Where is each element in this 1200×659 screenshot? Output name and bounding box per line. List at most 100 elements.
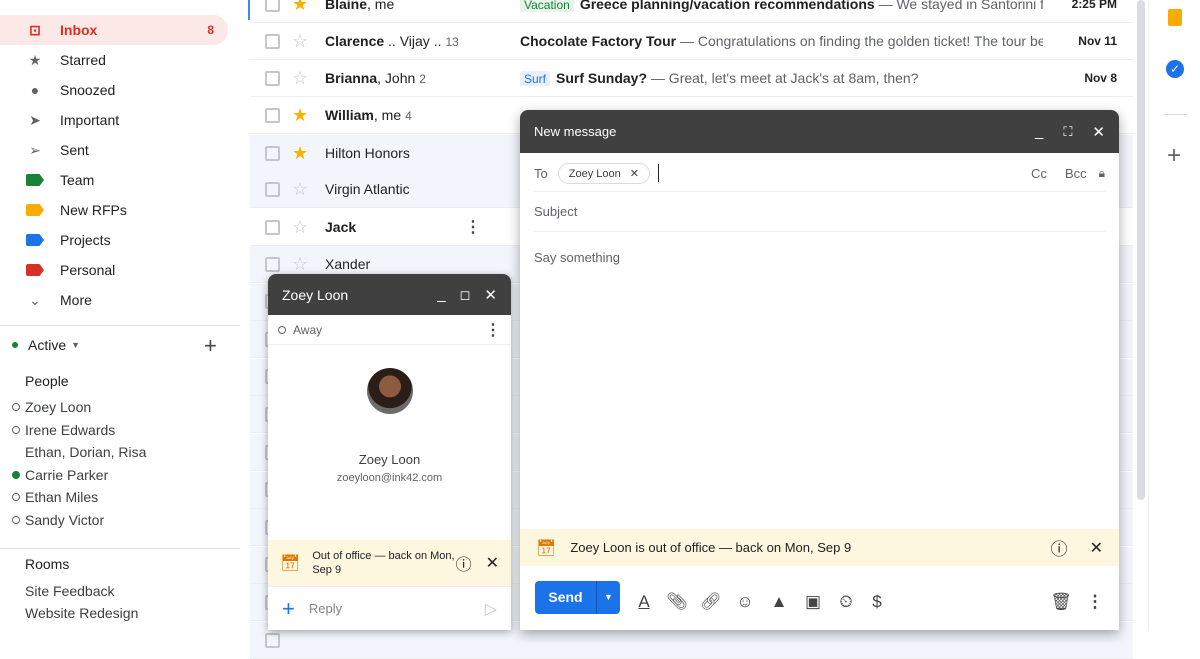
add-plus-icon[interactable]: + (282, 596, 295, 622)
checkbox[interactable] (265, 256, 280, 272)
checkbox[interactable] (265, 33, 280, 49)
trash-icon[interactable]: 🗑︎ (1050, 592, 1072, 612)
star-icon[interactable]: ☆ (292, 31, 312, 52)
keep-icon[interactable] (1168, 9, 1182, 26)
send-button[interactable]: Send (535, 581, 597, 614)
sidebar-item-sent[interactable]: ➢ Sent (0, 135, 228, 165)
sidebar-item-starred[interactable]: ★ Starred (0, 45, 228, 75)
contact-item[interactable]: Sandy Victor (12, 512, 104, 528)
lock-icon[interactable]: 🔒︎ (1099, 166, 1105, 181)
snippet: — Congratulations on finding the golden … (676, 33, 1043, 49)
photo-icon[interactable]: ▣ (802, 592, 824, 612)
checkbox[interactable] (265, 145, 280, 161)
bcc-button[interactable]: Bcc (1065, 166, 1087, 181)
more-options-icon[interactable]: ⋮ (1084, 592, 1106, 612)
sidebar-item-label: Team (60, 172, 95, 188)
sidebar-item-team[interactable]: Team (0, 165, 228, 195)
date: Nov 11 (1078, 34, 1117, 48)
confidential-mode-icon[interactable]: ⏲ (835, 592, 857, 612)
sidebar-item-new-rfps[interactable]: New RFPs (0, 195, 228, 225)
snippet: — We stayed in Santorini for the... (878, 0, 1043, 12)
status-dropdown[interactable]: Active ▼ (12, 337, 80, 353)
room-label: Site Feedback (25, 583, 115, 599)
email-row[interactable]: ☆ Brianna, John 2 Surf Surf Sunday? — Great,… (250, 60, 1133, 97)
new-chat-plus-icon[interactable]: + (204, 333, 217, 359)
inbox-icon: ⊡ (29, 21, 41, 38)
sidebar-item-label: Starred (60, 52, 106, 68)
checkbox[interactable] (265, 70, 280, 86)
recipient-chip[interactable]: Zoey Loon ✕ (557, 162, 650, 184)
checkbox[interactable] (265, 632, 280, 648)
date: 2:25 PM (1071, 0, 1117, 11)
star-icon[interactable]: ★ (292, 0, 312, 15)
body-input[interactable]: Say something (534, 250, 620, 265)
contact-item[interactable]: Irene Edwards (12, 422, 115, 438)
link-icon[interactable]: 🔗︎ (700, 592, 722, 612)
sidebar-item-projects[interactable]: Projects (0, 225, 228, 255)
formatting-icon[interactable]: A (633, 592, 655, 612)
contact-item[interactable]: Ethan, Dorian, Risa (25, 444, 146, 460)
contact-item[interactable]: Ethan Miles (12, 489, 98, 505)
side-panel: ✓ + (1148, 0, 1200, 630)
close-icon[interactable]: ✕ (1090, 538, 1103, 558)
cc-button[interactable]: Cc (1031, 166, 1047, 181)
minimize-icon[interactable]: _ (437, 286, 445, 303)
star-icon[interactable]: ★ (292, 143, 312, 164)
star-icon[interactable]: ☆ (292, 68, 312, 89)
sender: Blaine (325, 0, 368, 12)
contact-item[interactable]: Carrie Parker (12, 467, 108, 483)
room-item[interactable]: Site Feedback (25, 583, 115, 599)
to-field[interactable]: To Zoey Loon ✕ Cc Bcc 🔒︎ (534, 155, 1105, 192)
attach-icon[interactable]: 📎︎ (666, 592, 688, 612)
star-icon[interactable]: ☆ (292, 254, 312, 275)
star-icon[interactable]: ☆ (292, 217, 312, 238)
important-icon: ➤ (29, 111, 41, 128)
sender: Clarence (325, 33, 385, 49)
sidebar-item-personal[interactable]: Personal (0, 255, 228, 285)
more-vert-icon[interactable]: ⋮ (465, 217, 481, 237)
subject-input[interactable]: Subject (534, 192, 1105, 232)
drive-icon[interactable]: ▲ (768, 592, 790, 612)
star-icon[interactable]: ★ (292, 105, 312, 126)
sidebar-item-label: More (60, 292, 92, 308)
email-row[interactable]: ★ Blaine, me Vacation Greece planning/vacat… (250, 0, 1133, 23)
send-options-caret-icon[interactable]: ▼ (597, 581, 620, 614)
sidebar-item-important[interactable]: ➤ Important (0, 105, 228, 135)
sidebar-item-more[interactable]: ⌄ More (0, 285, 228, 315)
close-icon[interactable]: ✕ (484, 286, 497, 304)
contact-name: Ethan Miles (25, 489, 99, 505)
sidebar-item-snoozed[interactable]: ● Snoozed (0, 75, 228, 105)
contact-item[interactable]: Zoey Loon (12, 399, 91, 415)
info-icon[interactable]: ⓘ (456, 551, 472, 575)
remove-recipient-icon[interactable]: ✕ (630, 168, 639, 180)
room-item[interactable]: Website Redesign (25, 605, 138, 621)
send-icon[interactable]: ▷ (485, 599, 497, 619)
info-icon[interactable]: ⓘ (1051, 535, 1068, 560)
checkbox[interactable] (265, 107, 280, 123)
maximize-icon[interactable]: ◻ (460, 287, 471, 303)
subject: Surf Sunday? (556, 70, 648, 86)
label-icon (25, 172, 45, 188)
checkbox[interactable] (265, 219, 280, 235)
sidebar-item-inbox[interactable]: ⊡ Inbox 8 (0, 15, 228, 45)
emoji-icon[interactable]: ☺ (734, 592, 756, 612)
add-addon-plus-icon[interactable]: + (1167, 142, 1181, 170)
clock-icon: ● (30, 82, 40, 98)
minimize-icon[interactable]: _ (1035, 123, 1043, 140)
fullscreen-icon[interactable]: ⛶ (1063, 124, 1072, 140)
checkbox[interactable] (265, 0, 280, 12)
reply-input[interactable]: Reply (309, 601, 485, 616)
divider (1163, 114, 1187, 115)
close-icon[interactable]: ✕ (1092, 123, 1105, 141)
label-chip[interactable]: Surf (520, 71, 551, 86)
presence-icon (12, 403, 20, 411)
close-icon[interactable]: ✕ (486, 553, 499, 573)
checkbox[interactable] (265, 181, 280, 197)
email-row[interactable]: ☆ Clarence .. Vijay .. 13 Chocolate Factory… (250, 23, 1133, 60)
tasks-icon[interactable]: ✓ (1166, 60, 1184, 78)
scrollbar[interactable] (1137, 0, 1145, 500)
more-vert-icon[interactable]: ⋮ (485, 320, 501, 340)
money-icon[interactable]: $ (866, 592, 888, 612)
label-chip[interactable]: Vacation (520, 0, 574, 12)
star-icon[interactable]: ☆ (292, 179, 312, 200)
